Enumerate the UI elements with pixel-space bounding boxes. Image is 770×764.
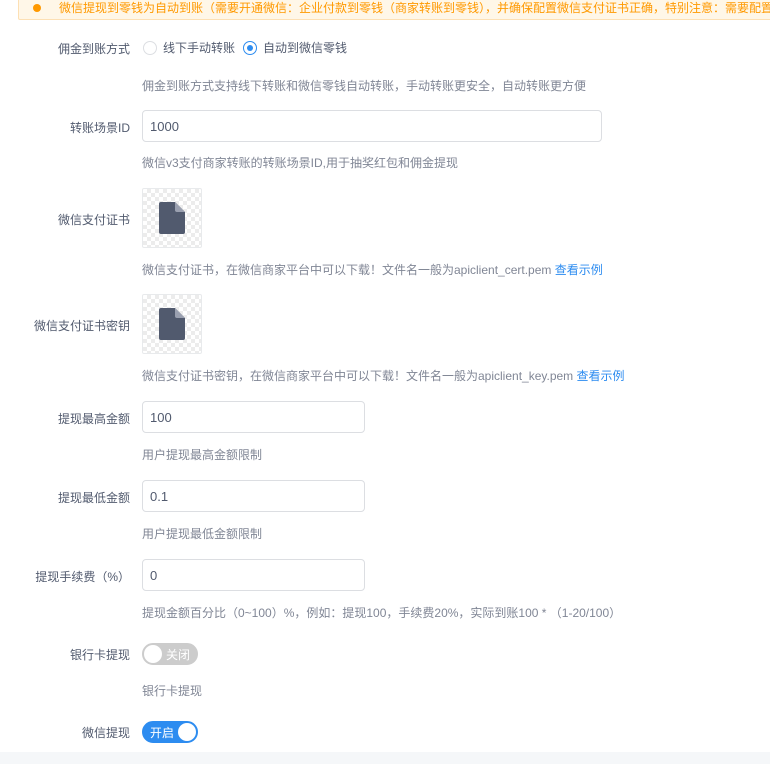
bank-withdraw-help: 银行卡提现 (142, 684, 203, 698)
notice-banner: 微信提现到零钱为自动到账（需要开通微信：企业付款到零钱（商家转账到零钱），并确保… (18, 0, 770, 20)
cert-example-link[interactable]: 查看示例 (555, 263, 603, 277)
cert-label: 微信支付证书 (57, 213, 130, 227)
cert-key-upload[interactable] (142, 294, 202, 354)
toggle-knob (144, 645, 162, 663)
max-amount-input[interactable] (142, 401, 365, 433)
toggle-state-text: 关闭 (166, 647, 191, 662)
cert-key-label: 微信支付证书密钥 (33, 319, 130, 333)
notice-text: 微信提现到零钱为自动到账（需要开通微信：企业付款到零钱（商家转账到零钱），并确保… (59, 1, 770, 15)
toggle-knob (178, 723, 196, 741)
cert-upload[interactable] (142, 188, 202, 248)
warning-dot-icon (33, 4, 41, 12)
fee-help: 提现金额百分比（0~100）%，例如：提现100，手续费20%，实际到账100 … (142, 606, 622, 620)
cert-help: 微信支付证书，在微信商家平台中可以下载！文件名一般为apiclient_cert… (142, 261, 603, 278)
bank-withdraw-toggle[interactable]: 关闭 (142, 643, 198, 665)
toggle-state-text: 开启 (150, 725, 175, 740)
cert-help-text: 微信支付证书，在微信商家平台中可以下载！文件名一般为apiclient_cert… (142, 263, 552, 277)
radio-circle[interactable] (143, 40, 157, 55)
file-icon (159, 308, 185, 340)
file-icon (159, 202, 185, 234)
radio-label: 自动到微信零钱 (263, 41, 348, 55)
fee-input[interactable] (142, 559, 365, 591)
wechat-withdraw-toggle[interactable]: 开启 (142, 721, 198, 743)
commission-method-help: 佣金到账方式支持线下转账和微信零钱自动转账，手动转账更安全，自动转账更方便 (142, 79, 587, 93)
transfer-scene-help: 微信v3支付商家转账的转账场景ID,用于抽奖红包和佣金提现 (142, 156, 459, 170)
commission-method-label: 佣金到账方式 (57, 42, 130, 56)
fee-label: 提现手续费（%） (35, 570, 130, 584)
min-amount-help: 用户提现最低金额限制 (142, 527, 263, 541)
commission-method-radio-group: 线下手动转账 自动到微信零钱 (143, 39, 355, 56)
wechat-withdraw-label: 微信提现 (81, 726, 130, 740)
transfer-scene-input[interactable] (142, 110, 602, 142)
min-amount-input[interactable] (142, 480, 365, 512)
radio-circle[interactable] (243, 40, 258, 55)
radio-wechat-change[interactable]: 自动到微信零钱 (243, 39, 347, 56)
min-amount-label: 提现最低金额 (57, 491, 130, 505)
radio-offline-transfer[interactable]: 线下手动转账 (143, 39, 235, 56)
bank-withdraw-label: 银行卡提现 (69, 648, 130, 662)
max-amount-help: 用户提现最高金额限制 (142, 448, 263, 462)
cert-key-help-text: 微信支付证书密钥，在微信商家平台中可以下载！文件名一般为apiclient_ke… (142, 369, 574, 383)
transfer-scene-label: 转账场景ID (69, 121, 130, 135)
cert-key-example-link[interactable]: 查看示例 (577, 369, 625, 383)
cert-key-help: 微信支付证书密钥，在微信商家平台中可以下载！文件名一般为apiclient_ke… (142, 367, 625, 384)
radio-label: 线下手动转账 (163, 41, 236, 55)
max-amount-label: 提现最高金额 (57, 412, 130, 426)
footer-divider (0, 752, 770, 764)
